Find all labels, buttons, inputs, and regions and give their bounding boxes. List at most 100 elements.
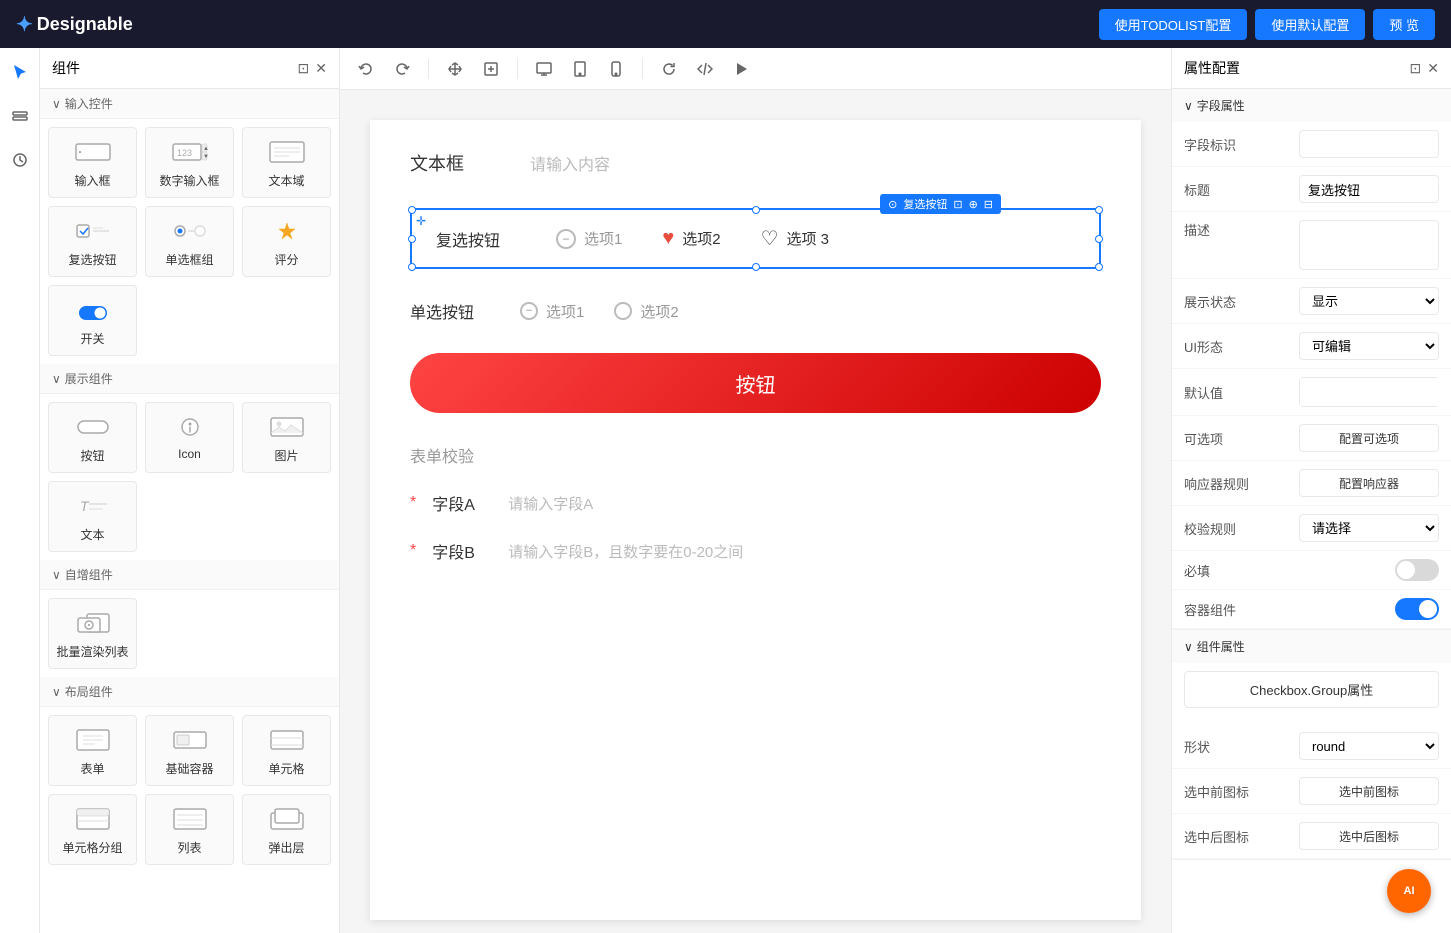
required-toggle-knob — [1397, 561, 1415, 579]
comp-radio[interactable]: 单选框组 — [145, 206, 234, 277]
comp-rating[interactable]: 评分 — [242, 206, 331, 277]
comp-button[interactable]: 按钮 — [48, 402, 137, 473]
required-toggle[interactable] — [1395, 559, 1439, 581]
comp-text[interactable]: T 文本 — [48, 481, 137, 552]
field-desc-textarea[interactable] — [1299, 220, 1439, 270]
comp-checkbox[interactable]: 复选按钮 — [48, 206, 137, 277]
desktop-view-button[interactable] — [530, 55, 558, 83]
move-tool-button[interactable] — [441, 55, 469, 83]
history-icon[interactable] — [4, 144, 36, 176]
comp-cell-group[interactable]: 单元格分组 — [48, 794, 137, 865]
responder-rule-button[interactable]: 配置响应器 — [1299, 469, 1439, 497]
prop-panel-close-icon[interactable]: ✕ — [1427, 60, 1439, 77]
handle-ml — [408, 235, 416, 243]
container-comp-toggle-knob — [1419, 600, 1437, 618]
cursor-tool-icon[interactable] — [4, 56, 36, 88]
preview-button[interactable]: 预 览 — [1373, 9, 1435, 40]
checkbox-group-field-label: 复选按钮 — [436, 227, 516, 251]
default-value-input[interactable] — [1300, 378, 1451, 406]
container-comp-toggle[interactable] — [1395, 598, 1439, 620]
options-config-button[interactable]: 配置可选项 — [1299, 424, 1439, 452]
form-comp-icon — [73, 724, 113, 756]
field-a-placeholder: 请输入字段A — [508, 493, 593, 514]
component-properties-title[interactable]: ∨ 组件属性 — [1172, 630, 1451, 663]
shape-select[interactable]: round square — [1299, 732, 1439, 760]
big-button[interactable]: 按钮 — [410, 353, 1101, 413]
checkbox-group-attr-button[interactable]: Checkbox.Group属性 — [1184, 671, 1439, 708]
display-state-select[interactable]: 显示 隐藏 — [1299, 287, 1439, 315]
validate-rule-select[interactable]: 请选择 — [1299, 514, 1439, 542]
chevron-down-auto-icon: ∨ — [52, 568, 61, 582]
todolist-config-button[interactable]: 使用TODOLIST配置 — [1099, 9, 1248, 40]
after-check-icon-button[interactable]: 选中后图标 — [1299, 822, 1439, 850]
heart-filled-icon: ♥ — [662, 227, 674, 250]
comp-image[interactable]: 图片 — [242, 402, 331, 473]
radio-option-2[interactable]: 选项2 — [614, 301, 678, 322]
checkbox-option-3[interactable]: ♡ 选项 3 — [761, 226, 829, 251]
field-b-label: 字段B — [432, 539, 492, 563]
layers-icon[interactable] — [4, 100, 36, 132]
chevron-down-field-icon: ∨ — [1184, 99, 1193, 113]
comp-textarea[interactable]: 文本域 — [242, 127, 331, 198]
scale-tool-button[interactable] — [477, 55, 505, 83]
comp-container[interactable]: 基础容器 — [145, 715, 234, 786]
comp-list-batch[interactable]: 批量渲染列表 — [48, 598, 137, 669]
comp-icon[interactable]: Icon — [145, 402, 234, 473]
panel-header-actions: ⊡ ✕ — [298, 60, 327, 77]
comp-list[interactable]: 列表 — [145, 794, 234, 865]
options-config-label: 可选项 — [1184, 429, 1223, 448]
before-check-icon-button[interactable]: 选中前图标 — [1299, 777, 1439, 805]
field-id-input[interactable] — [1299, 130, 1439, 158]
comp-number-input[interactable]: 123 ▲ ▼ 数字输入框 — [145, 127, 234, 198]
chevron-down-display-icon: ∨ — [52, 372, 61, 386]
radio-minus-icon: − — [526, 305, 532, 317]
ai-badge[interactable]: AI — [1387, 869, 1431, 913]
redo-button[interactable] — [388, 55, 416, 83]
validate-rule-row: 校验规则 请选择 — [1172, 506, 1451, 551]
default-config-button[interactable]: 使用默认配置 — [1255, 9, 1365, 40]
code-view-button[interactable] — [691, 55, 719, 83]
cell-group-comp-icon — [73, 803, 113, 835]
section-layout-label: 布局组件 — [65, 683, 113, 700]
radio-option-2-label: 选项2 — [640, 301, 678, 322]
comp-cell[interactable]: 单元格 — [242, 715, 331, 786]
checkbox-group-selected-container[interactable]: ✛ 复选按钮 − 选项1 ♥ 选项2 — [410, 208, 1101, 269]
radio-option-1[interactable]: − 选项1 — [520, 301, 584, 322]
radio-group-row: 单选按钮 − 选项1 选项2 — [410, 299, 1101, 323]
comp-form[interactable]: 表单 — [48, 715, 137, 786]
panel-close-icon[interactable]: ✕ — [315, 60, 327, 77]
comp-image-label: 图片 — [274, 447, 298, 464]
svg-text:▼: ▼ — [203, 154, 208, 160]
toolbar-divider-2 — [517, 59, 518, 79]
field-properties-title[interactable]: ∨ 字段属性 — [1172, 89, 1451, 122]
component-panel-header: 组件 ⊡ ✕ — [40, 48, 339, 89]
field-desc-row: 描述 — [1172, 212, 1451, 279]
tablet-view-button[interactable] — [566, 55, 594, 83]
comp-radio-label: 单选框组 — [165, 251, 213, 268]
mobile-view-button[interactable] — [602, 55, 630, 83]
default-value-label: 默认值 — [1184, 383, 1223, 402]
comp-toggle[interactable]: 开关 — [48, 285, 137, 356]
checkbox-option-2[interactable]: ♥ 选项2 — [662, 227, 720, 250]
comp-cell-group-label: 单元格分组 — [62, 839, 122, 856]
minus-icon: − — [562, 233, 569, 245]
prop-panel-pin-icon[interactable]: ⊡ — [1410, 60, 1422, 77]
undo-button[interactable] — [352, 55, 380, 83]
panel-pin-icon[interactable]: ⊡ — [298, 60, 310, 77]
checkbox-icon — [73, 215, 113, 247]
checkbox-option-1[interactable]: − 选项1 — [556, 228, 622, 249]
refresh-button[interactable] — [655, 55, 683, 83]
logo-text: Designable — [37, 14, 133, 35]
checkbox-tag-add-icon[interactable]: ⊕ — [969, 198, 978, 211]
property-panel-actions: ⊡ ✕ — [1410, 60, 1439, 77]
comp-popup[interactable]: 弹出层 — [242, 794, 331, 865]
checkbox-tag-edit-icon[interactable]: ⊡ — [953, 198, 962, 211]
field-title-input[interactable] — [1299, 175, 1439, 203]
display-controls-grid: 按钮 Icon — [40, 394, 339, 560]
section-input-label: 输入控件 — [65, 95, 113, 112]
comp-input[interactable]: 输入框 — [48, 127, 137, 198]
comp-popup-label: 弹出层 — [268, 839, 304, 856]
checkbox-tag-delete-icon[interactable]: ⊟ — [984, 198, 993, 211]
play-button[interactable] — [727, 55, 755, 83]
ui-mode-select[interactable]: 可编辑 只读 禁用 — [1299, 332, 1439, 360]
